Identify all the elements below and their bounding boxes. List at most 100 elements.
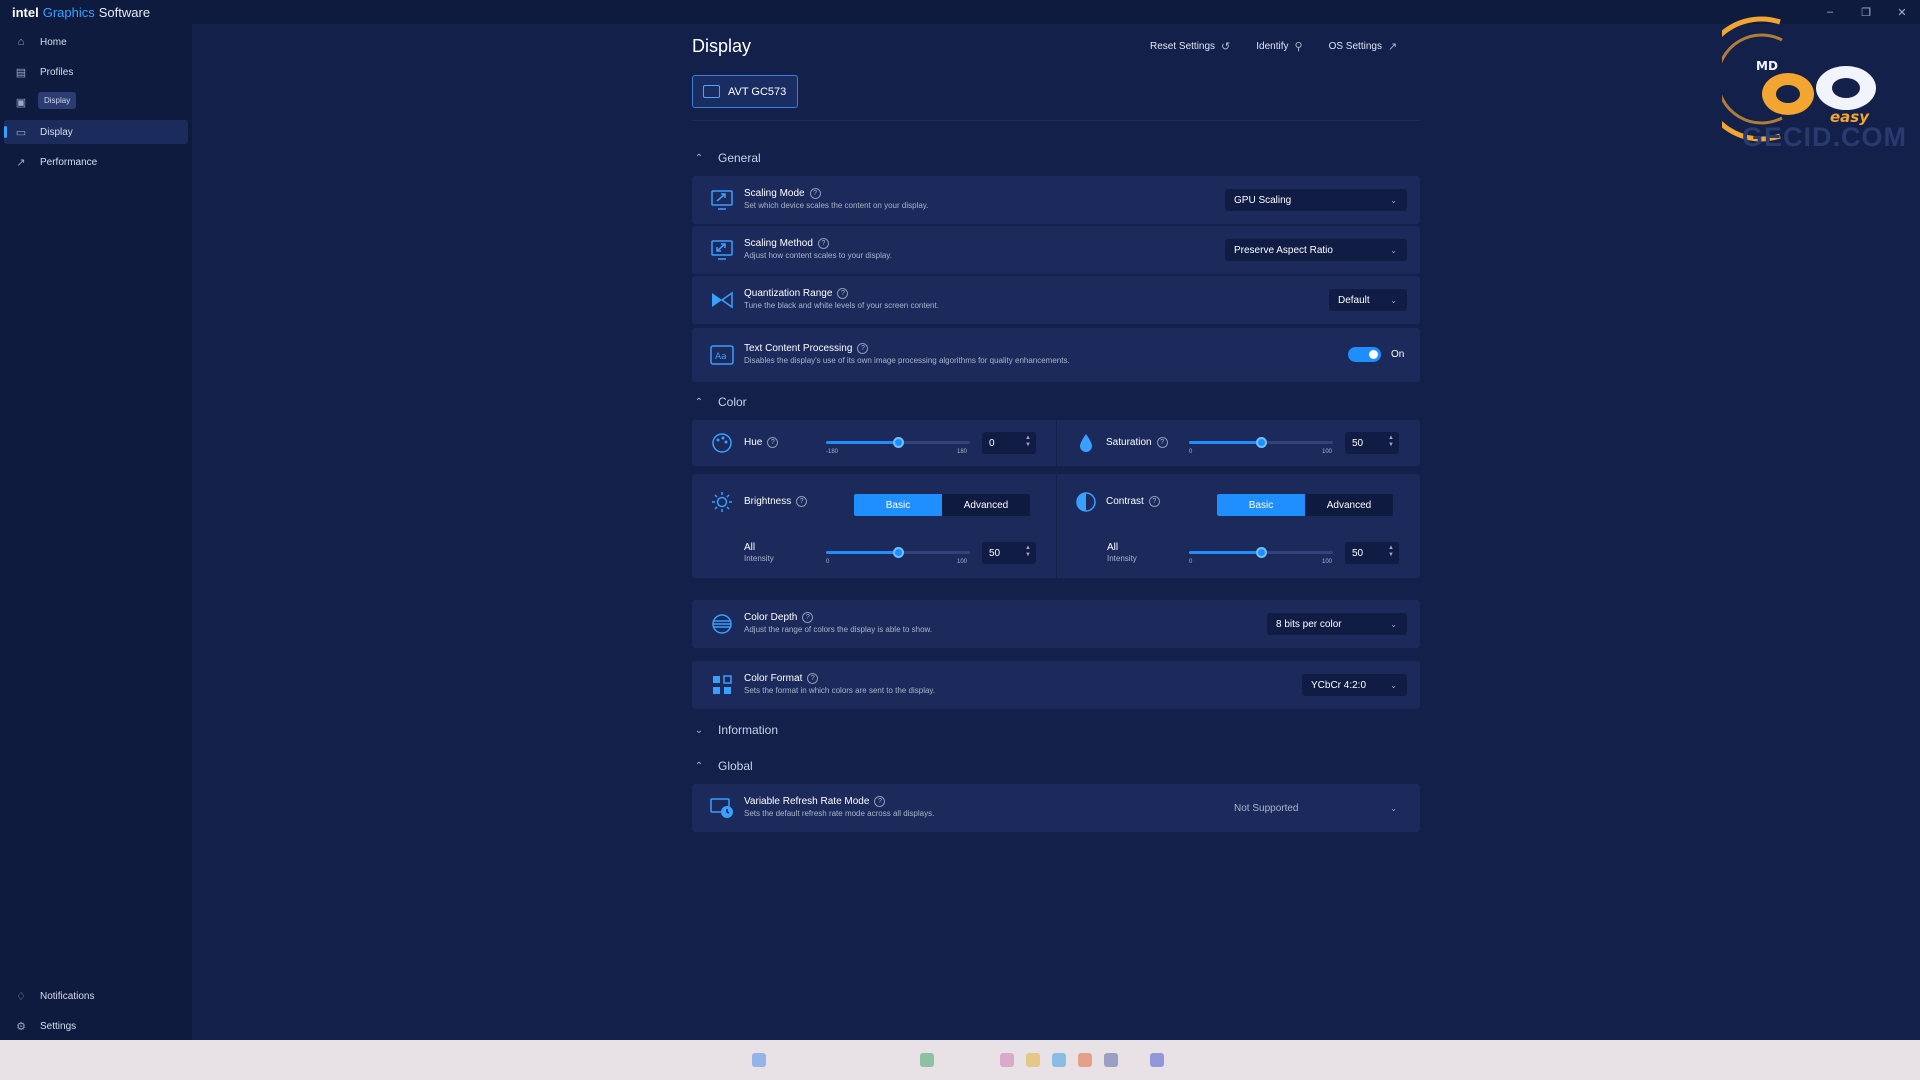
help-icon[interactable]: ? bbox=[857, 343, 869, 354]
brightness-slider[interactable] bbox=[826, 547, 970, 558]
taskbar-app-icon[interactable] bbox=[1026, 1053, 1040, 1067]
scaling-method-dropdown[interactable]: Preserve Aspect Ratio ⌄ bbox=[1225, 239, 1407, 261]
reset-settings-button[interactable]: Reset Settings ↺ bbox=[1150, 40, 1230, 53]
scaling-method-row: Scaling Method ? Adjust how content scal… bbox=[692, 226, 1420, 274]
search-icon: ⚲ bbox=[1294, 41, 1303, 53]
quantization-dropdown[interactable]: Default ⌄ bbox=[1329, 289, 1407, 311]
brightness-value: 50 bbox=[989, 547, 1001, 559]
contrast-advanced-tab[interactable]: Advanced bbox=[1305, 494, 1393, 516]
monitor-tab[interactable]: AVT GC573 bbox=[692, 75, 798, 108]
text-processing-toggle[interactable] bbox=[1348, 347, 1381, 362]
saturation-value: 50 bbox=[1352, 437, 1364, 449]
home-icon: ⌂ bbox=[17, 36, 25, 48]
chevron-down-icon: ⌄ bbox=[1390, 195, 1397, 205]
taskbar-app-icon[interactable] bbox=[920, 1053, 934, 1067]
contrast-value: 50 bbox=[1352, 547, 1364, 559]
sidebar-item-performance[interactable]: ↗ Performance bbox=[4, 150, 188, 174]
scaling-mode-dropdown[interactable]: GPU Scaling ⌄ bbox=[1225, 189, 1407, 211]
slider-fill bbox=[1189, 441, 1261, 444]
contrast-slider[interactable] bbox=[1189, 547, 1333, 558]
saturation-slider[interactable] bbox=[1189, 437, 1333, 448]
quantization-desc: Tune the black and white levels of your … bbox=[744, 301, 939, 310]
scaling-method-label: Scaling Method bbox=[744, 238, 813, 249]
section-general-title: General bbox=[718, 151, 761, 165]
help-icon[interactable]: ? bbox=[1148, 496, 1160, 507]
svg-text:Aa: Aa bbox=[715, 352, 727, 362]
saturation-stepper[interactable]: 50 ▲ ▼ bbox=[1345, 432, 1399, 454]
taskbar-app-icon[interactable] bbox=[1104, 1053, 1118, 1067]
color-depth-dropdown[interactable]: 8 bits per color ⌄ bbox=[1267, 613, 1407, 635]
scaling-icon bbox=[710, 188, 734, 212]
stepper-arrows-icon[interactable]: ▲ ▼ bbox=[1025, 545, 1031, 559]
chevron-down-icon: ⌄ bbox=[1390, 295, 1397, 305]
taskbar-app-icon[interactable] bbox=[1000, 1053, 1014, 1067]
brightness-basic-tab[interactable]: Basic bbox=[854, 494, 942, 516]
section-color-header[interactable]: ⌃ Color bbox=[692, 392, 747, 412]
brightness-advanced-tab[interactable]: Advanced bbox=[942, 494, 1030, 516]
taskbar-app-icon[interactable] bbox=[1150, 1053, 1164, 1067]
sidebar-item-display[interactable]: ▭ Display bbox=[4, 120, 188, 144]
stepper-arrows-icon[interactable]: ▲ ▼ bbox=[1025, 435, 1031, 449]
sidebar-item-profiles[interactable]: ▤ Profiles bbox=[4, 60, 188, 84]
taskbar-app-icon[interactable] bbox=[1052, 1053, 1066, 1067]
sidebar-item-settings[interactable]: ⚙ Settings bbox=[4, 1014, 188, 1038]
section-general-header[interactable]: ⌃ General bbox=[692, 148, 761, 168]
gear-icon: ⚙ bbox=[16, 1020, 26, 1033]
section-global-header[interactable]: ⌃ Global bbox=[692, 756, 753, 776]
contrast-channel: All bbox=[1107, 542, 1119, 553]
help-icon[interactable]: ? bbox=[796, 496, 808, 507]
color-format-row: Color Format ? Sets the format in which … bbox=[692, 661, 1420, 709]
color-depth-label: Color Depth bbox=[744, 612, 798, 623]
help-icon[interactable]: ? bbox=[874, 796, 886, 807]
drop-icon bbox=[1074, 431, 1098, 455]
sidebar-item-home[interactable]: ⌂ Home bbox=[4, 30, 188, 54]
help-icon[interactable]: ? bbox=[767, 437, 779, 448]
stepper-arrows-icon[interactable]: ▲ ▼ bbox=[1388, 435, 1394, 449]
taskbar-app-icon[interactable] bbox=[752, 1053, 766, 1067]
monitor-label: AVT GC573 bbox=[728, 85, 787, 98]
sidebar-item-games[interactable]: ▣ bbox=[4, 90, 188, 114]
hue-saturation-row: Hue ? -180 180 0 ▲ ▼ Saturation ? 0 100 5… bbox=[692, 420, 1420, 466]
hue-label: Hue bbox=[744, 437, 763, 448]
help-icon[interactable]: ? bbox=[837, 288, 849, 299]
contrast-stepper[interactable]: 50 ▲ ▼ bbox=[1345, 542, 1399, 564]
slider-thumb[interactable] bbox=[1256, 547, 1267, 558]
reset-settings-label: Reset Settings bbox=[1150, 41, 1216, 52]
scaling-method-value: Preserve Aspect Ratio bbox=[1234, 244, 1333, 256]
slider-thumb[interactable] bbox=[1256, 437, 1267, 448]
help-icon[interactable]: ? bbox=[807, 673, 819, 684]
brightness-label: Brightness bbox=[744, 496, 792, 507]
contrast-basic-tab[interactable]: Basic bbox=[1217, 494, 1305, 516]
taskbar-app-icon[interactable] bbox=[1078, 1053, 1092, 1067]
help-icon[interactable]: ? bbox=[817, 238, 829, 249]
vrr-dropdown[interactable]: Not Supported ⌄ bbox=[1225, 797, 1407, 819]
scaling-mode-desc: Set which device scales the content on y… bbox=[744, 201, 929, 210]
monitor-icon bbox=[703, 85, 720, 98]
hue-stepper[interactable]: 0 ▲ ▼ bbox=[982, 432, 1036, 454]
hue-slider[interactable] bbox=[826, 437, 970, 448]
scaling-method-desc: Adjust how content scales to your displa… bbox=[744, 251, 892, 260]
hue-value: 0 bbox=[989, 437, 995, 449]
help-icon[interactable]: ? bbox=[802, 612, 814, 623]
stepper-arrows-icon[interactable]: ▲ ▼ bbox=[1388, 545, 1394, 559]
color-format-dropdown[interactable]: YCbCr 4:2:0 ⌄ bbox=[1302, 674, 1407, 696]
chevron-up-icon: ⌃ bbox=[694, 760, 704, 772]
identify-button[interactable]: Identify ⚲ bbox=[1256, 40, 1302, 53]
section-information-header[interactable]: ⌄ Information bbox=[692, 720, 778, 740]
sun-icon bbox=[710, 490, 734, 514]
slider-thumb[interactable] bbox=[893, 437, 904, 448]
color-depth-desc: Adjust the range of colors the display i… bbox=[744, 625, 933, 634]
brightness-stepper[interactable]: 50 ▲ ▼ bbox=[982, 542, 1036, 564]
os-settings-button[interactable]: OS Settings ↗ bbox=[1329, 40, 1398, 53]
header-actions: Reset Settings ↺ Identify ⚲ OS Settings … bbox=[1150, 40, 1397, 53]
help-icon[interactable]: ? bbox=[809, 188, 821, 199]
color-format-label: Color Format bbox=[744, 673, 803, 684]
games-icon: ▣ bbox=[15, 96, 27, 109]
brightness-channel: All bbox=[744, 542, 756, 553]
sidebar-item-label: Home bbox=[40, 36, 67, 48]
sidebar-item-label: Settings bbox=[40, 1020, 77, 1032]
reset-icon: ↺ bbox=[1221, 41, 1231, 53]
help-icon[interactable]: ? bbox=[1156, 437, 1168, 448]
slider-thumb[interactable] bbox=[893, 547, 904, 558]
sidebar-item-notifications[interactable]: ♢ Notifications bbox=[4, 984, 188, 1008]
